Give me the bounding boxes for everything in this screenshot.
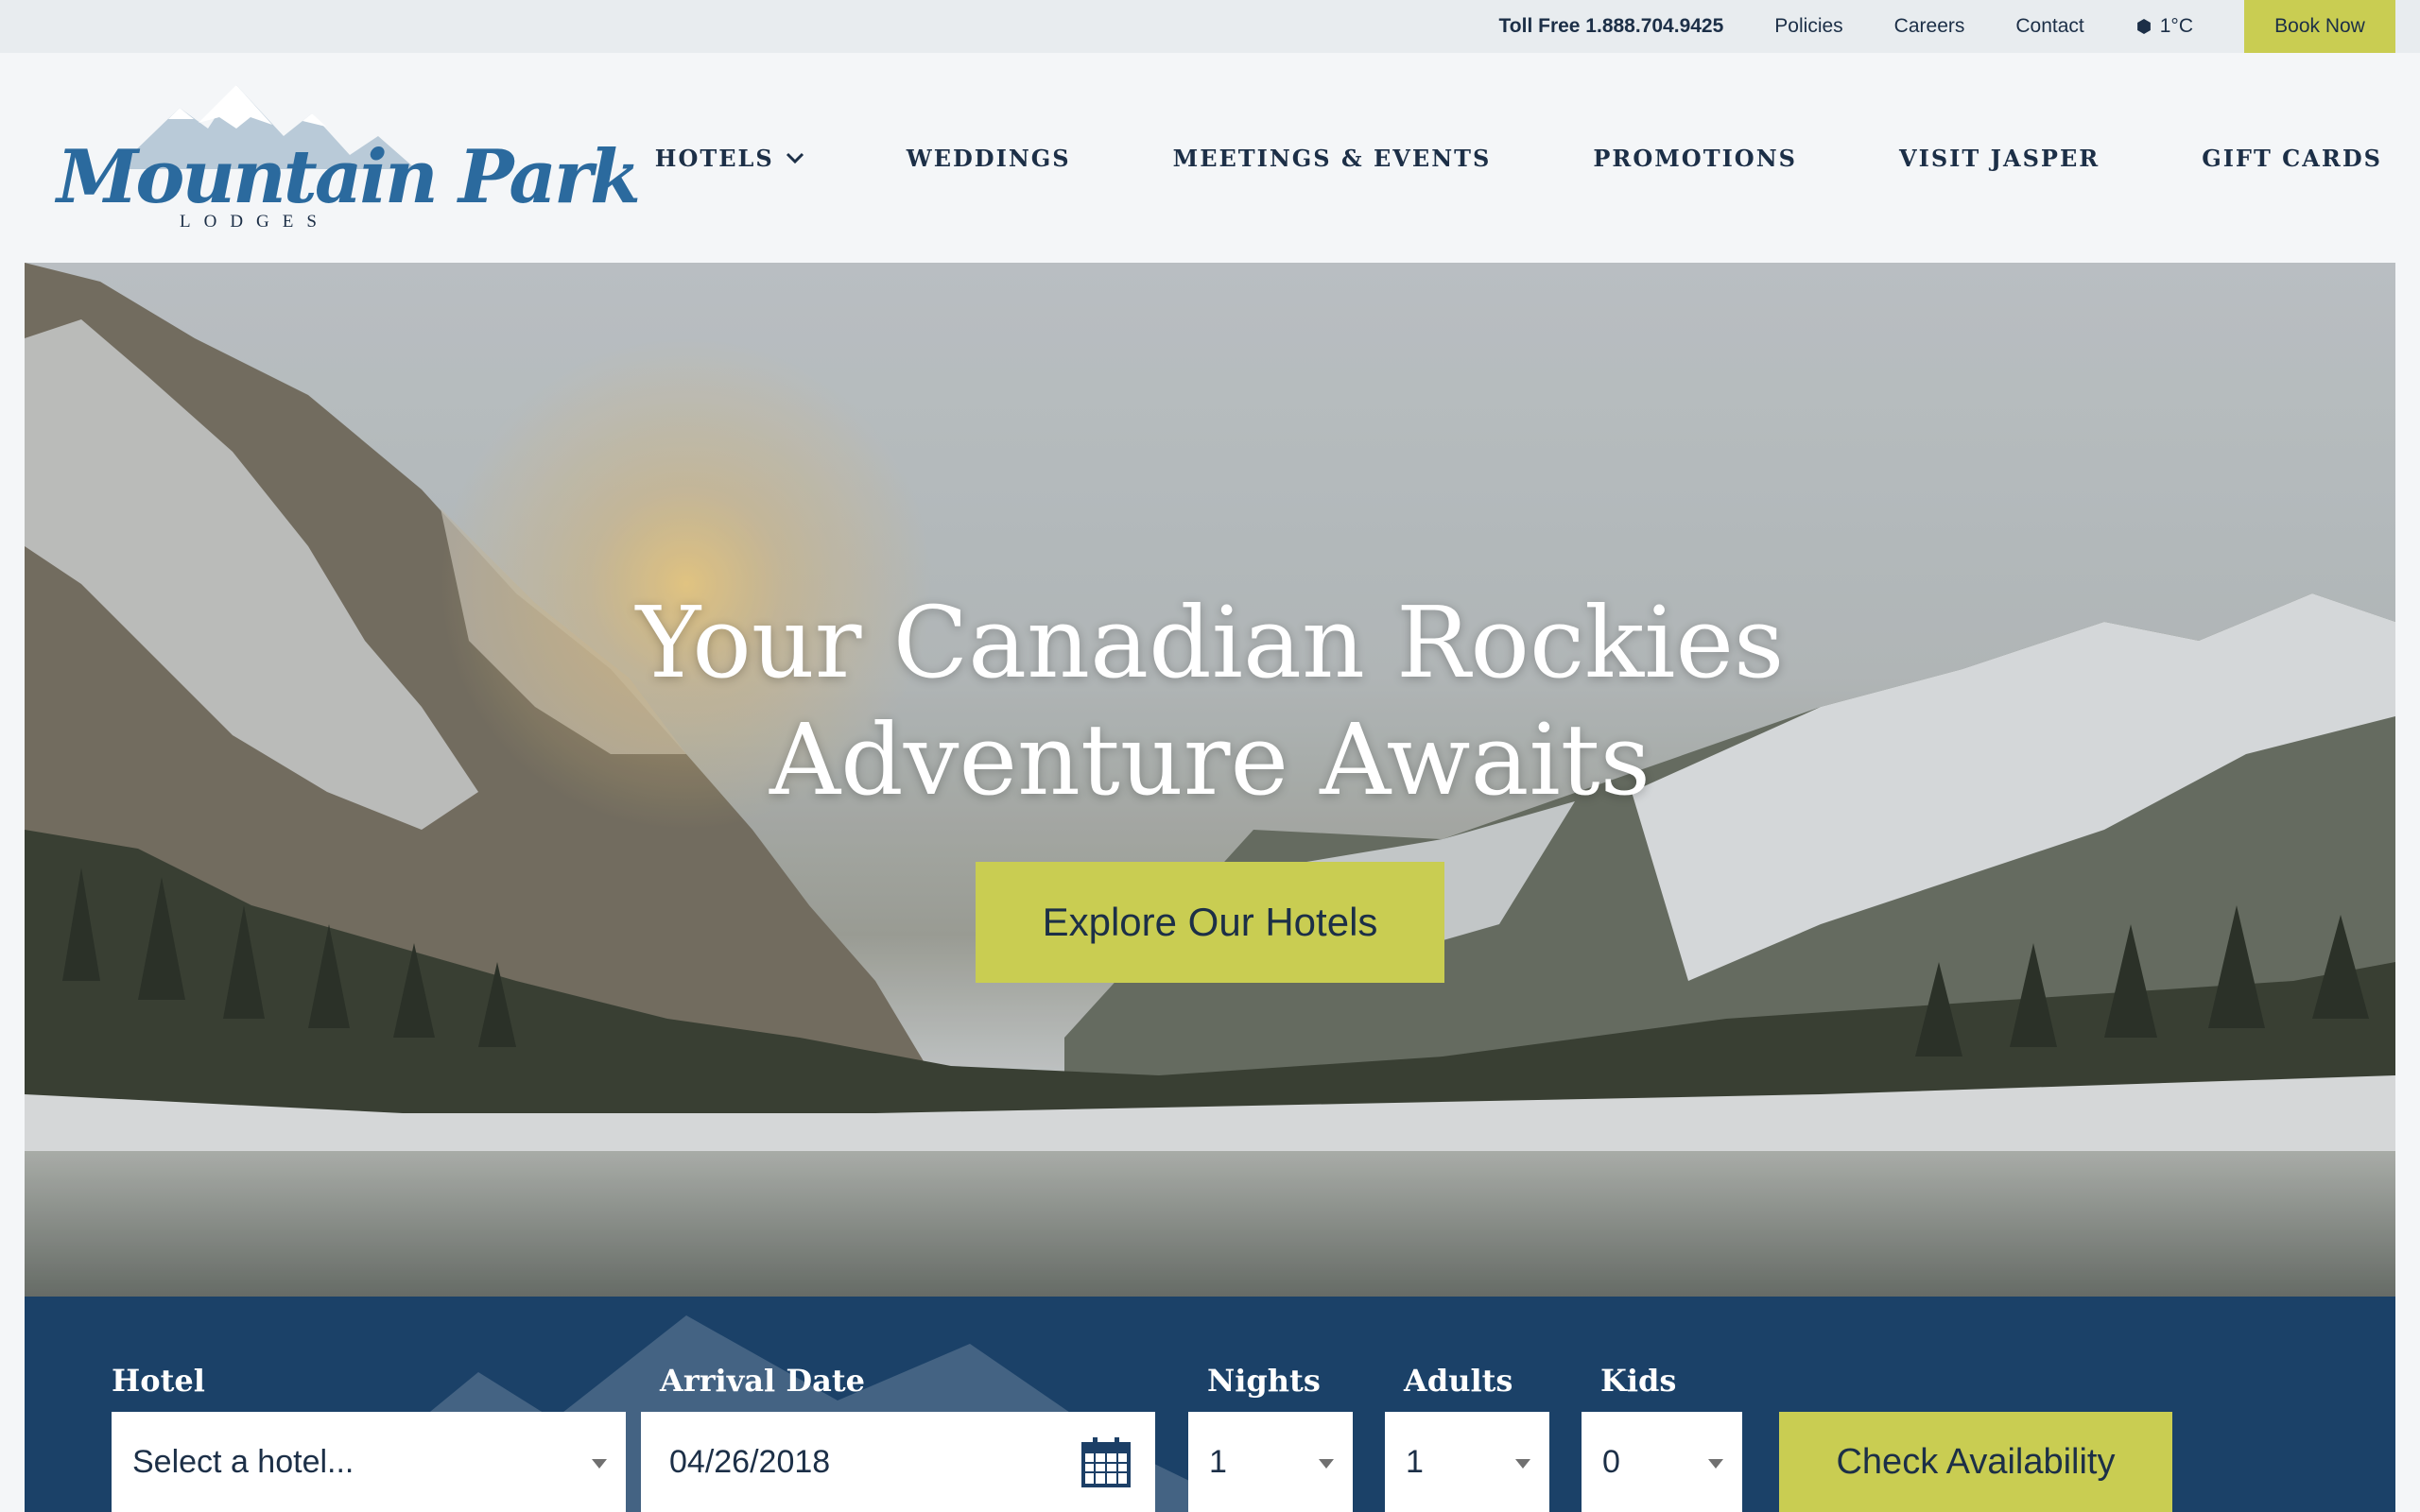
logo-sub-text: LODGES [180, 212, 330, 232]
nav-hotels-label: HOTELS [654, 144, 774, 172]
adults-label: Adults [1404, 1363, 1513, 1399]
contact-link[interactable]: Contact [2015, 15, 2083, 38]
hero-headline: Your Canadian Rockies Adventure Awaits [25, 584, 2395, 818]
nav-meetings-events[interactable]: MEETINGS & EVENTS [1173, 145, 1492, 172]
arrival-date-value: 04/26/2018 [669, 1443, 831, 1480]
chevron-down-icon [786, 152, 804, 164]
explore-hotels-button[interactable]: Explore Our Hotels [976, 862, 1444, 983]
kids-label: Kids [1600, 1363, 1677, 1399]
temperature-text: 1°C [2159, 15, 2193, 37]
nav-weddings[interactable]: WEDDINGS [907, 145, 1071, 172]
calendar-icon[interactable] [1081, 1436, 1131, 1487]
dropdown-caret-icon [1708, 1459, 1723, 1469]
policies-link[interactable]: Policies [1774, 15, 1842, 38]
nav-hotels[interactable]: HOTELS [655, 145, 804, 172]
weather-widget: 1°C [2135, 15, 2193, 38]
toll-free-phone-link[interactable]: Toll Free 1.888.704.9425 [1499, 15, 1724, 38]
site-logo[interactable]: Mountain Park LODGES [57, 79, 641, 240]
adults-select-value: 1 [1406, 1443, 1424, 1480]
nav-visit-jasper[interactable]: VISIT JASPER [1899, 145, 2100, 172]
adults-select[interactable]: 1 [1385, 1412, 1549, 1512]
kids-select-value: 0 [1602, 1443, 1620, 1480]
nights-select[interactable]: 1 [1188, 1412, 1353, 1512]
arrival-date-label: Arrival Date [660, 1363, 865, 1399]
kids-select[interactable]: 0 [1582, 1412, 1742, 1512]
careers-link[interactable]: Careers [1894, 15, 1965, 38]
book-now-button[interactable]: Book Now [2244, 0, 2395, 53]
booking-widget: Hotel Select a hotel... Arrival Date 04/… [25, 1297, 2395, 1512]
hero-headline-line2: Adventure Awaits [769, 702, 1651, 817]
dropdown-caret-icon [592, 1459, 607, 1469]
hero-banner: Your Canadian Rockies Adventure Awaits E… [25, 263, 2395, 1297]
nav-promotions[interactable]: PROMOTIONS [1593, 145, 1797, 172]
nights-select-value: 1 [1209, 1443, 1227, 1480]
main-navigation: HOTELS WEDDINGS MEETINGS & EVENTS PROMOT… [655, 53, 2382, 263]
logo-script-text: Mountain Park [57, 134, 641, 220]
snowflake-icon [2136, 19, 2151, 34]
nights-label: Nights [1207, 1363, 1321, 1399]
nav-gift-cards[interactable]: GIFT CARDS [2202, 145, 2382, 172]
dropdown-caret-icon [1515, 1459, 1530, 1469]
hero-headline-line1: Your Canadian Rockies [635, 585, 1785, 700]
check-availability-button[interactable]: Check Availability [1779, 1412, 2172, 1512]
dropdown-caret-icon [1319, 1459, 1334, 1469]
site-header: Mountain Park LODGES HOTELS WEDDINGS MEE… [0, 53, 2420, 263]
hotel-select[interactable]: Select a hotel... [112, 1412, 626, 1512]
hotel-select-value: Select a hotel... [132, 1443, 354, 1480]
hotel-label: Hotel [112, 1363, 205, 1399]
arrival-date-input[interactable]: 04/26/2018 [641, 1412, 1155, 1512]
utility-bar: Toll Free 1.888.704.9425 Policies Career… [0, 0, 2420, 53]
